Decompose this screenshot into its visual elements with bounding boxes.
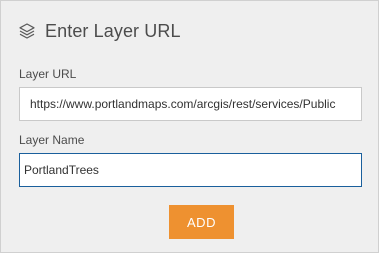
layer-url-label: Layer URL: [19, 67, 77, 81]
panel-title: Enter Layer URL: [45, 20, 181, 41]
add-layer-panel: Enter Layer URL Layer URL Layer Name ADD: [0, 0, 379, 253]
layers-icon: [18, 22, 36, 40]
panel-header: Enter Layer URL: [18, 19, 181, 43]
layer-name-input[interactable]: [19, 153, 362, 187]
layer-url-input[interactable]: [19, 87, 362, 121]
add-button[interactable]: ADD: [169, 205, 234, 239]
layer-name-label: Layer Name: [19, 133, 85, 147]
